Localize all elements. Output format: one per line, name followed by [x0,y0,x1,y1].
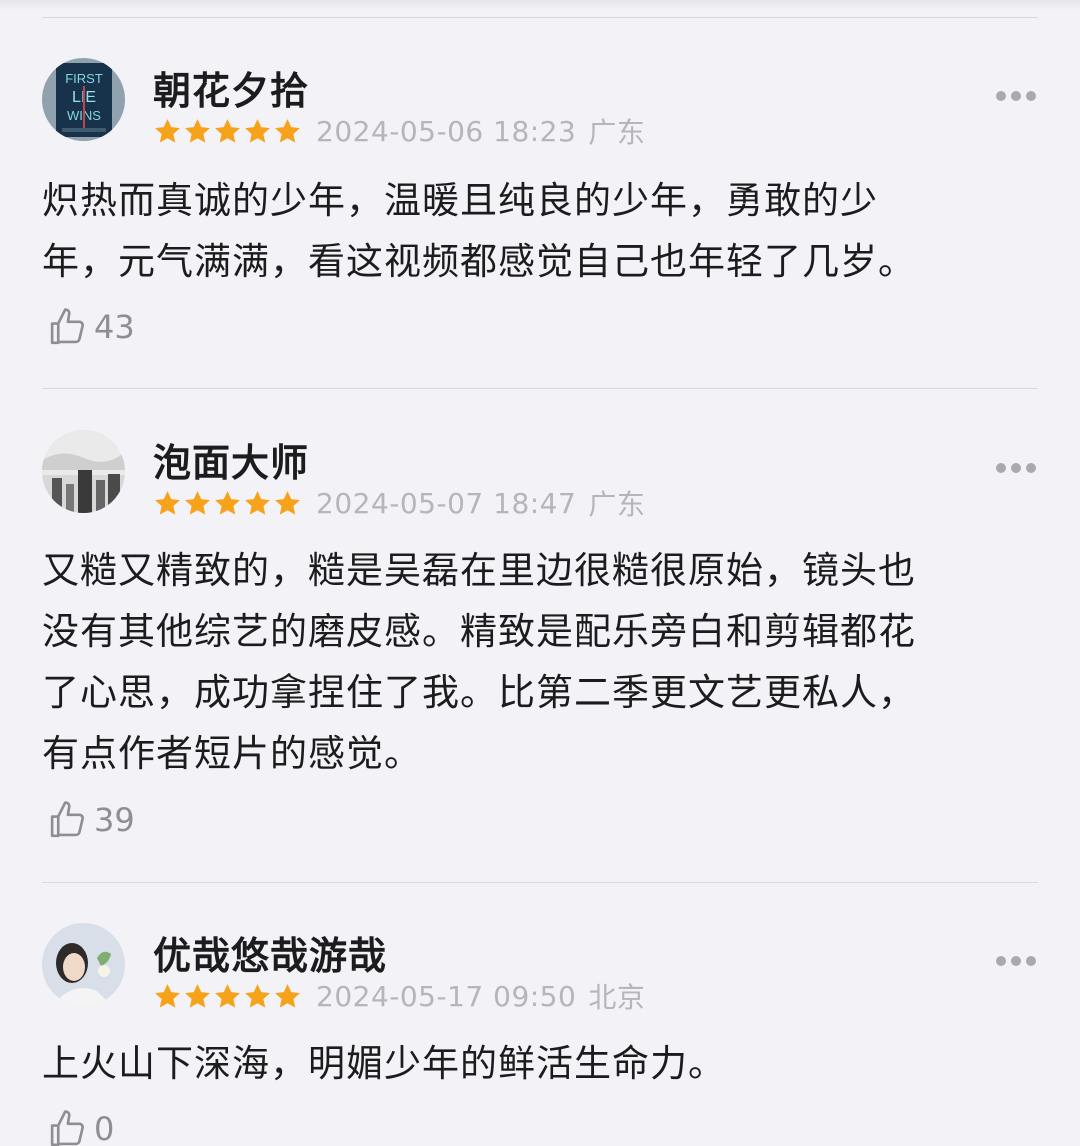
thumbs-up-icon [50,308,84,345]
like-button[interactable]: 39 [46,798,135,842]
like-count: 0 [94,1110,115,1146]
avatar-book-text: FIRST [65,71,103,86]
review-text-line: 没有其他综艺的磨皮感。精致是配乐旁白和剪辑都花 [42,610,916,653]
like-button[interactable]: 43 [46,305,135,349]
review-meta: 2024-05-06 18:23 广东 [153,114,646,149]
star-icon [185,490,210,515]
review-text-line: 有点作者短片的感觉。 [42,732,422,775]
star-rating [153,489,302,518]
star-icon [185,983,210,1008]
username[interactable]: 泡面大师 [153,432,309,487]
star-icon [155,490,180,515]
review-meta: 2024-05-17 09:50 北京 [153,979,646,1014]
more-icon[interactable] [996,90,1036,102]
star-icon [215,490,240,515]
review-text-line: 上火山下深海，明媚少年的鲜活生命力。 [42,1042,726,1085]
review-text: 炽热而真诚的少年，温暖且纯良的少年，勇敢的少 年，元气满满，看这视频都感觉自己也… [42,170,1022,292]
star-icon [245,983,270,1008]
review-text: 上火山下深海，明媚少年的鲜活生命力。 [42,1033,1022,1094]
star-icon [245,118,270,143]
star-icon [245,490,270,515]
star-icon [185,118,210,143]
divider [42,388,1038,389]
review-meta: 2024-05-07 18:47 广东 [153,486,646,521]
review-text-line: 又糙又精致的，糙是吴磊在里边很糙很原始，镜头也 [42,549,916,592]
username[interactable]: 优哉悠哉游哉 [153,925,387,980]
top-edge-shadow [0,0,1080,10]
review-location: 广东 [588,488,646,521]
review-date: 2024-05-07 18:47 [316,486,577,520]
star-rating [153,117,302,146]
divider [42,17,1038,18]
avatar[interactable]: FIRST LIE WINS [42,58,125,141]
reviews-page: FIRST LIE WINS 朝花夕拾 2024-05-06 18:23 广东 … [0,0,1080,1146]
star-icon [155,118,180,143]
more-icon[interactable] [996,955,1036,967]
review-location: 北京 [588,981,646,1014]
review-text-line: 了心思，成功拿捏住了我。比第二季更文艺更私人， [42,671,916,714]
more-icon[interactable] [996,462,1036,474]
like-button[interactable]: 0 [46,1107,114,1146]
star-icon [215,118,240,143]
star-icon [275,118,300,143]
thumbs-up-icon [50,1110,84,1146]
review-date: 2024-05-17 09:50 [316,979,577,1013]
star-rating [153,982,302,1011]
review-text-line: 年，元气满满，看这视频都感觉自己也年轻了几岁。 [42,240,916,283]
avatar[interactable] [42,430,125,513]
divider [42,882,1038,883]
review-text-line: 炽热而真诚的少年，温暖且纯良的少年，勇敢的少 [42,179,878,222]
star-icon [275,983,300,1008]
like-count: 43 [94,308,135,346]
review-location: 广东 [588,116,646,149]
avatar[interactable] [42,923,125,1006]
star-icon [155,983,180,1008]
review-date: 2024-05-06 18:23 [316,114,577,148]
review-text: 又糙又精致的，糙是吴磊在里边很糙很原始，镜头也 没有其他综艺的磨皮感。精致是配乐… [42,540,1022,784]
like-count: 39 [94,801,135,839]
thumbs-up-icon [50,801,84,838]
star-icon [275,490,300,515]
username[interactable]: 朝花夕拾 [153,60,309,115]
star-icon [215,983,240,1008]
